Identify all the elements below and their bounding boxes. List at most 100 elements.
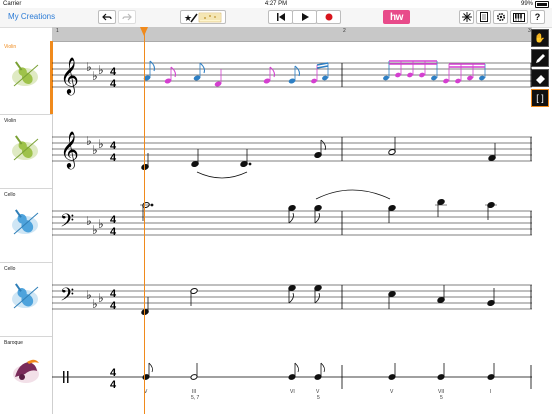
staff-cello-1: 𝄢 ♭ ♭ ♭ 4 4 (52, 189, 532, 238)
baroque-hat-icon (13, 359, 39, 383)
flat-sign: ♭ (92, 143, 98, 157)
flat-sign: ♭ (92, 297, 98, 311)
percussion-clef-icon (63, 371, 65, 383)
flat-sign: ♭ (86, 214, 92, 228)
time-sig-top: 4 (110, 214, 117, 226)
toolbar: My Creations ★ hw ? (0, 8, 552, 28)
time-sig-top: 4 (110, 140, 117, 152)
staff-baroque: 4 4 V III 5, 7 VI V 5 V VII 5 I (52, 362, 532, 401)
battery-icon (535, 0, 549, 8)
violin-icon (12, 135, 39, 161)
staff-violin-2: 𝄞 ♭ ♭ ♭ 4 4 (52, 130, 532, 179)
undo-button[interactable] (98, 10, 116, 24)
hw-button[interactable]: hw (383, 10, 410, 24)
my-creations-link[interactable]: My Creations (8, 12, 55, 21)
track-name: Cello (4, 266, 16, 272)
play-icon (301, 13, 309, 21)
flat-sign: ♭ (98, 63, 104, 77)
flat-sign: ♭ (86, 60, 92, 74)
time-sig-bottom: 4 (110, 379, 117, 391)
roman-numeral: VI (290, 389, 295, 395)
hand-icon: ✋ (534, 32, 546, 43)
flat-sign: ♭ (98, 217, 104, 231)
magic-wand-staff-icon: ★ (184, 12, 222, 23)
bracket-select-icon: [ ] (536, 93, 544, 103)
track-sidebar: Violin Violin Cello Cello Baroque (0, 41, 53, 414)
rhythm-notes (142, 362, 495, 380)
notes (141, 284, 495, 316)
track-violin-2[interactable]: Violin (0, 115, 52, 189)
keyboard-button[interactable] (510, 10, 528, 24)
pen-tool-button[interactable] (531, 49, 549, 67)
battery-percent: 99% (520, 1, 533, 7)
sparkle-icon (461, 12, 472, 22)
roman-numeral-figures: 5, 7 (191, 395, 200, 401)
track-violin-1[interactable]: Violin (0, 41, 53, 115)
flat-sign: ♭ (86, 288, 92, 302)
gear-button[interactable] (493, 10, 508, 24)
flat-sign: ♭ (98, 137, 104, 151)
roman-numeral-figures: 5 (440, 395, 443, 401)
score-list-button[interactable] (476, 10, 491, 24)
playhead-line[interactable] (144, 27, 145, 414)
redo-icon (122, 13, 132, 21)
eraser-tool-button[interactable] (531, 69, 549, 87)
roman-numeral-row: V III 5, 7 VI V 5 V VII 5 I (144, 389, 491, 401)
track-cello-1[interactable]: Cello (0, 189, 52, 263)
roman-numeral-figures: 5 (317, 395, 320, 401)
track-name: Violin (4, 44, 17, 50)
undo-icon (102, 13, 112, 21)
score-canvas[interactable]: 𝄞 ♭ ♭ ♭ 4 4 𝄞 ♭ ♭ ♭ 4 4 𝄢 ♭ ♭ ♭ 4 4 𝄢 ♭ … (52, 41, 532, 414)
time-sig-top: 4 (110, 288, 117, 300)
battery-status: 99% (521, 0, 549, 8)
timeline-ruler[interactable]: 1 2 3 (52, 27, 532, 42)
record-icon (325, 13, 332, 21)
help-button[interactable]: ? (530, 10, 545, 24)
slur (196, 171, 248, 179)
slur (315, 189, 391, 200)
notes-measure-1 (143, 60, 329, 87)
status-bar: Carrier 4:27 PM 99% (0, 0, 552, 8)
redo-button[interactable] (118, 10, 136, 24)
cello-icon (12, 209, 39, 235)
time-sig-top: 4 (110, 66, 117, 78)
track-cello-2[interactable]: Cello (0, 263, 52, 337)
play-button[interactable] (292, 10, 317, 24)
hand-tool-button[interactable]: ✋ (531, 29, 549, 47)
playhead-handle[interactable] (140, 27, 148, 36)
notes-measure-2 (383, 60, 486, 84)
select-tool-button[interactable]: [ ] (531, 89, 549, 107)
treble-clef-icon: 𝄞 (60, 130, 79, 169)
track-name: Cello (4, 192, 16, 198)
piano-keyboard-icon (513, 12, 525, 22)
track-name: Baroque (4, 340, 23, 346)
time-sig-bottom: 4 (110, 300, 117, 312)
time-sig-bottom: 4 (110, 226, 117, 238)
percussion-clef-icon (67, 371, 69, 383)
treble-clef-icon: 𝄞 (60, 56, 79, 95)
notes (141, 137, 496, 171)
ruler-mark: 2 (343, 28, 346, 34)
skip-back-icon (276, 13, 285, 21)
document-icon (479, 12, 488, 22)
rewind-button[interactable] (268, 10, 293, 24)
flat-sign: ♭ (98, 291, 104, 305)
cello-icon (12, 283, 39, 309)
roman-numeral: I (490, 389, 491, 395)
tool-palette: ✋ [ ] (531, 29, 551, 109)
time-sig-bottom: 4 (110, 152, 117, 164)
track-name: Violin (4, 118, 17, 124)
clock: 4:27 PM (264, 1, 288, 7)
flat-sign: ♭ (92, 223, 98, 237)
question-mark-icon: ? (534, 12, 541, 22)
magic-compose-button[interactable]: ★ (180, 10, 226, 24)
record-button[interactable] (316, 10, 341, 24)
bass-clef-icon: 𝄢 (60, 285, 74, 310)
settings-asterisk-button[interactable] (459, 10, 474, 24)
flat-sign: ♭ (92, 69, 98, 83)
time-sig-bottom: 4 (110, 78, 117, 90)
track-baroque[interactable]: Baroque (0, 337, 52, 414)
ruler-mark: 1 (56, 28, 59, 34)
staff-cello-2: 𝄢 ♭ ♭ ♭ 4 4 (52, 284, 532, 316)
eraser-icon (535, 74, 545, 84)
